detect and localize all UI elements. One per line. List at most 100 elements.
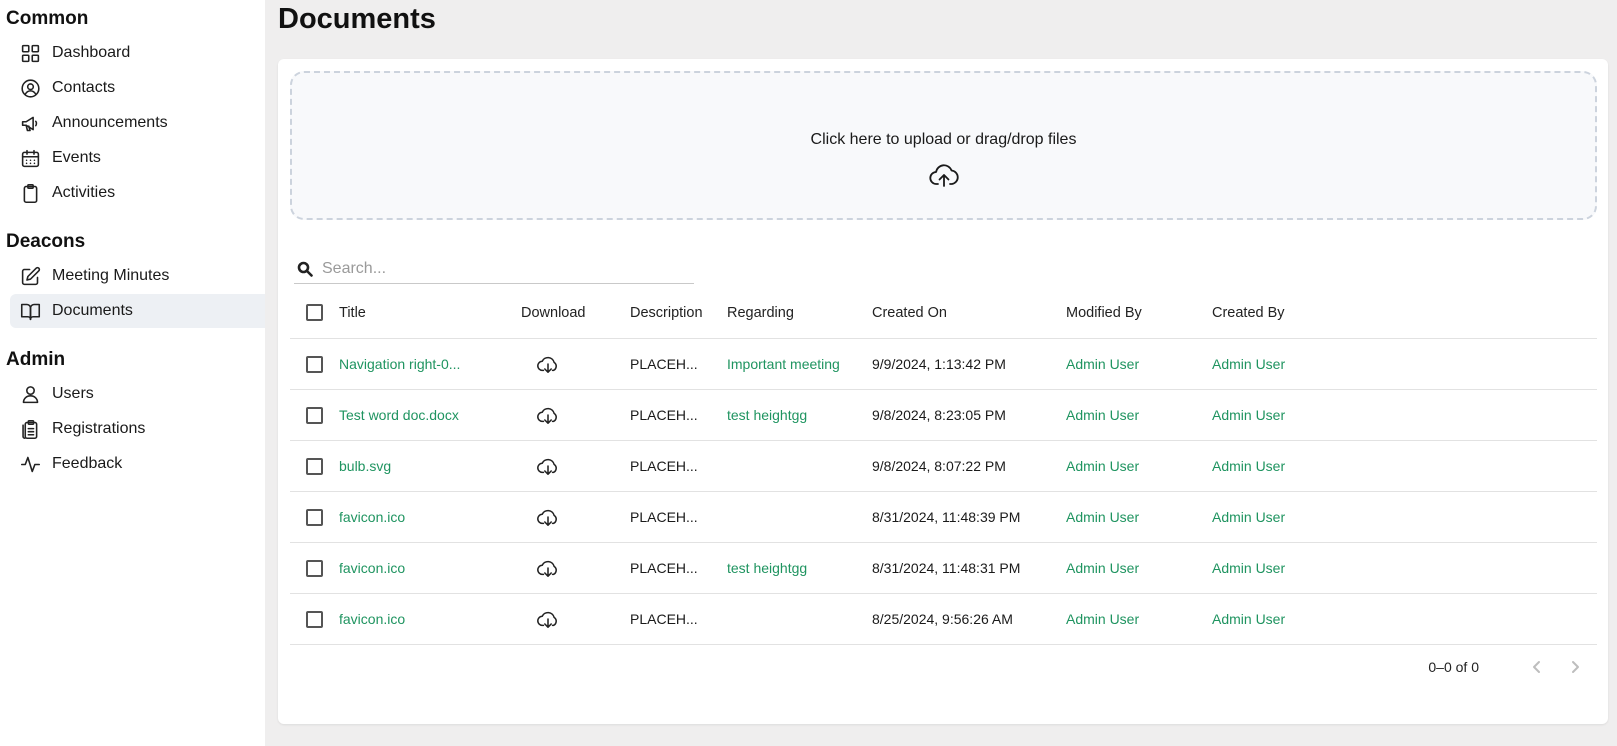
modified-by-link[interactable]: Admin User [1066,543,1139,593]
sidebar-item-label: Dashboard [52,44,131,61]
cloud-download-icon[interactable] [537,354,559,374]
table-row: favicon.ico PLACEH... 8/25/2024, 9:56:26… [290,594,1597,645]
section-title-common: Common [6,8,89,29]
download-cell [537,594,559,644]
column-header-description[interactable]: Description [630,287,703,338]
download-cell [537,441,559,491]
row-checkbox[interactable] [306,508,323,526]
search-input[interactable] [322,259,682,278]
download-cell [537,339,559,389]
created-by-link[interactable]: Admin User [1212,543,1285,593]
description-cell: PLACEH... [630,458,698,474]
row-checkbox[interactable] [306,457,323,475]
regarding-link[interactable]: Important meeting [727,339,840,389]
sidebar-item-contacts[interactable]: Contacts [10,71,265,105]
modified-by-link[interactable]: Admin User [1066,339,1139,389]
created-on-cell: 9/8/2024, 8:23:05 PM [872,407,1006,423]
contacts-icon [19,77,41,99]
row-select-cell [306,390,323,440]
megaphone-icon [19,112,41,134]
column-header-created-by[interactable]: Created By [1212,287,1285,338]
modified-by-link[interactable]: Admin User [1066,441,1139,491]
row-select-cell [306,441,323,491]
select-all-checkbox[interactable] [306,304,323,321]
cloud-download-icon[interactable] [537,609,559,629]
sidebar-item-announcements[interactable]: Announcements [10,106,265,140]
document-title-link[interactable]: Test word doc.docx [339,390,459,440]
activity-icon [19,453,41,475]
created-by-link[interactable]: Admin User [1212,441,1285,491]
document-title-link[interactable]: favicon.ico [339,543,405,593]
description-cell: PLACEH... [630,407,698,423]
description-cell: PLACEH... [630,509,698,525]
row-checkbox[interactable] [306,610,323,628]
modified-by-link[interactable]: Admin User [1066,492,1139,542]
sidebar-item-label: Announcements [52,114,168,131]
row-checkbox[interactable] [306,559,323,577]
table-row: bulb.svg PLACEH... 9/8/2024, 8:07:22 PM … [290,441,1597,492]
modified-by-link[interactable]: Admin User [1066,594,1139,644]
cloud-download-icon[interactable] [537,405,559,425]
regarding-link[interactable]: test heightgg [727,390,807,440]
sidebar-item-dashboard[interactable]: Dashboard [10,36,265,70]
column-header-regarding[interactable]: Regarding [727,287,794,338]
created-on-cell: 9/9/2024, 1:13:42 PM [872,356,1006,372]
created-by-link[interactable]: Admin User [1212,594,1285,644]
created-on-cell: 9/8/2024, 8:07:22 PM [872,458,1006,474]
previous-page-button[interactable] [1527,657,1547,677]
row-checkbox[interactable] [306,406,323,424]
regarding-link[interactable]: test heightgg [727,543,807,593]
search-icon [297,261,313,277]
row-select-cell [306,339,323,389]
download-cell [537,492,559,542]
sidebar-item-label: Activities [52,184,116,201]
pagination-text: 0–0 of 0 [1428,659,1479,675]
row-select-cell [306,492,323,542]
upload-dropzone[interactable]: Click here to upload or drag/drop files [290,71,1597,220]
column-header-title[interactable]: Title [339,287,366,338]
created-by-link[interactable]: Admin User [1212,339,1285,389]
edit-icon [19,265,41,287]
row-select-cell [306,543,323,593]
sidebar-item-feedback[interactable]: Feedback [10,447,265,481]
sidebar: Common Dashboard Contacts Announcements … [0,0,265,746]
row-checkbox[interactable] [306,355,323,373]
user-icon [19,383,41,405]
table-row: favicon.ico PLACEH... 8/31/2024, 11:48:3… [290,492,1597,543]
created-on-cell: 8/31/2024, 11:48:31 PM [872,560,1021,576]
chevron-right-icon [1572,661,1579,673]
document-title-link[interactable]: favicon.ico [339,594,405,644]
cloud-download-icon[interactable] [537,507,559,527]
created-by-link[interactable]: Admin User [1212,492,1285,542]
documents-card: Click here to upload or drag/drop files … [278,59,1608,724]
column-header-download[interactable]: Download [521,287,586,338]
table-row: favicon.ico PLACEH... test heightgg 8/31… [290,543,1597,594]
sidebar-item-activities[interactable]: Activities [10,176,265,210]
column-header-modified-by[interactable]: Modified By [1066,287,1142,338]
document-title-link[interactable]: bulb.svg [339,441,391,491]
row-select-cell [306,594,323,644]
description-cell: PLACEH... [630,611,698,627]
created-on-cell: 8/25/2024, 9:56:26 AM [872,611,1013,627]
modified-by-link[interactable]: Admin User [1066,390,1139,440]
sidebar-item-meeting-minutes[interactable]: Meeting Minutes [10,259,265,293]
cloud-download-icon[interactable] [537,558,559,578]
sidebar-item-label: Events [52,149,101,166]
sidebar-item-users[interactable]: Users [10,377,265,411]
download-cell [537,390,559,440]
sidebar-item-documents[interactable]: Documents [10,294,265,328]
table-header-row: Title Download Description Regarding Cre… [290,287,1597,339]
cloud-download-icon[interactable] [537,456,559,476]
documents-table: Title Download Description Regarding Cre… [290,287,1597,645]
sidebar-item-label: Users [52,385,94,402]
description-cell: PLACEH... [630,560,698,576]
created-by-link[interactable]: Admin User [1212,390,1285,440]
sidebar-item-label: Meeting Minutes [52,267,170,284]
page-title: Documents [278,3,436,35]
document-title-link[interactable]: Navigation right-0... [339,339,460,389]
document-title-link[interactable]: favicon.ico [339,492,405,542]
next-page-button[interactable] [1565,657,1585,677]
sidebar-item-events[interactable]: Events [10,141,265,175]
column-header-created-on[interactable]: Created On [872,287,947,338]
sidebar-item-registrations[interactable]: Registrations [10,412,265,446]
